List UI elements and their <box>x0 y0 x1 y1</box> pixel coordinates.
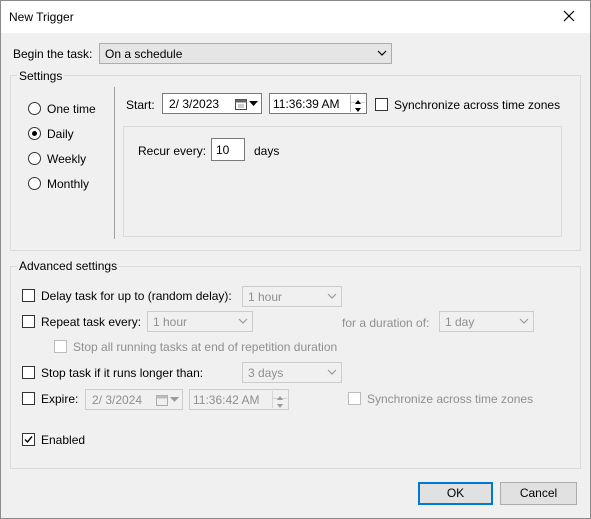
radio-weekly[interactable] <box>28 152 41 165</box>
spin-down-button[interactable] <box>273 399 287 408</box>
expire-time-picker[interactable]: 11:36:42 AM <box>189 389 289 410</box>
ok-button[interactable]: OK <box>418 482 493 505</box>
stop-longer-select[interactable]: 3 days <box>242 362 342 383</box>
radio-daily[interactable] <box>28 127 41 140</box>
checkmark-icon <box>24 436 33 444</box>
expire-date-picker[interactable]: 2/ 3/2024 <box>85 389 183 410</box>
begin-task-label: Begin the task: <box>13 47 93 61</box>
expire-label: Expire: <box>41 392 79 406</box>
chevron-down-icon <box>377 50 387 56</box>
window-title: New Trigger <box>9 10 74 24</box>
stop-running-label: Stop all running tasks at end of repetit… <box>73 340 338 354</box>
radio-weekly-label: Weekly <box>47 152 87 166</box>
spin-up-button[interactable] <box>351 95 365 104</box>
start-time-picker[interactable]: 11:36:39 AM <box>269 93 367 114</box>
recur-input[interactable]: 10 <box>211 138 245 161</box>
stop-running-checkbox[interactable] <box>54 340 67 353</box>
expire-time-value: 11:36:42 AM <box>193 393 260 407</box>
begin-task-value: On a schedule <box>105 47 183 61</box>
stop-longer-value: 3 days <box>248 366 284 380</box>
chevron-down-icon <box>519 318 529 324</box>
close-icon <box>563 10 575 22</box>
repeat-select[interactable]: 1 hour <box>147 311 253 332</box>
radio-one-time[interactable] <box>28 102 41 115</box>
recur-label: Recur every: <box>138 144 207 158</box>
duration-value: 1 day <box>445 315 475 329</box>
expire-time-spinner[interactable] <box>272 391 287 408</box>
advanced-settings-title: Advanced settings <box>17 259 120 273</box>
repeat-checkbox[interactable] <box>22 315 35 328</box>
cancel-button[interactable]: Cancel <box>500 482 577 505</box>
settings-group-title: Settings <box>17 69 65 83</box>
delay-label: Delay task for up to (random delay): <box>41 289 232 303</box>
delay-value: 1 hour <box>248 290 283 304</box>
calendar-icon <box>235 99 247 110</box>
chevron-down-icon <box>249 101 258 106</box>
delay-select[interactable]: 1 hour <box>242 286 342 307</box>
spin-down-icon <box>277 404 283 408</box>
start-date-value: 2/ 3/2023 <box>169 97 220 111</box>
repeat-value: 1 hour <box>153 315 188 329</box>
duration-label: for a duration of: <box>342 316 430 330</box>
settings-divider <box>114 87 115 239</box>
chevron-down-icon <box>327 293 337 299</box>
start-time-spinner[interactable] <box>350 95 365 112</box>
stop-longer-checkbox[interactable] <box>22 366 35 379</box>
radio-monthly[interactable] <box>28 177 41 190</box>
recur-panel <box>123 126 562 237</box>
chevron-down-icon <box>170 397 179 402</box>
expire-checkbox[interactable] <box>22 392 35 405</box>
chevron-down-icon <box>327 369 337 375</box>
spin-down-button[interactable] <box>351 103 365 112</box>
start-label: Start: <box>126 98 155 112</box>
radio-one-time-label: One time <box>47 102 96 116</box>
radio-daily-label: Daily <box>47 127 74 141</box>
start-date-picker[interactable]: 2/ 3/2023 <box>162 93 262 114</box>
sync-timezones-checkbox[interactable] <box>375 98 388 111</box>
enabled-checkbox[interactable] <box>22 433 35 446</box>
radio-monthly-label: Monthly <box>47 177 90 191</box>
enabled-label: Enabled <box>41 433 86 447</box>
calendar-icon <box>156 395 168 406</box>
duration-select[interactable]: 1 day <box>439 311 534 332</box>
stop-longer-label: Stop task if it runs longer than: <box>41 366 204 380</box>
recur-unit: days <box>254 144 280 158</box>
expire-sync-checkbox[interactable] <box>348 392 361 405</box>
spin-down-icon <box>355 108 361 112</box>
repeat-label: Repeat task every: <box>41 315 142 329</box>
title-bar: New Trigger <box>1 1 590 33</box>
new-trigger-dialog: New Trigger Begin the task: On a schedul… <box>0 0 591 519</box>
spin-up-button[interactable] <box>273 391 287 400</box>
close-button[interactable] <box>552 1 586 33</box>
sync-timezones-label: Synchronize across time zones <box>394 98 561 112</box>
delay-checkbox[interactable] <box>22 289 35 302</box>
chevron-down-icon <box>238 318 248 324</box>
expire-date-value: 2/ 3/2024 <box>92 393 143 407</box>
start-time-value: 11:36:39 AM <box>273 97 340 111</box>
begin-task-select[interactable]: On a schedule <box>99 43 392 64</box>
recur-value: 10 <box>216 143 230 157</box>
expire-sync-label: Synchronize across time zones <box>367 392 534 406</box>
